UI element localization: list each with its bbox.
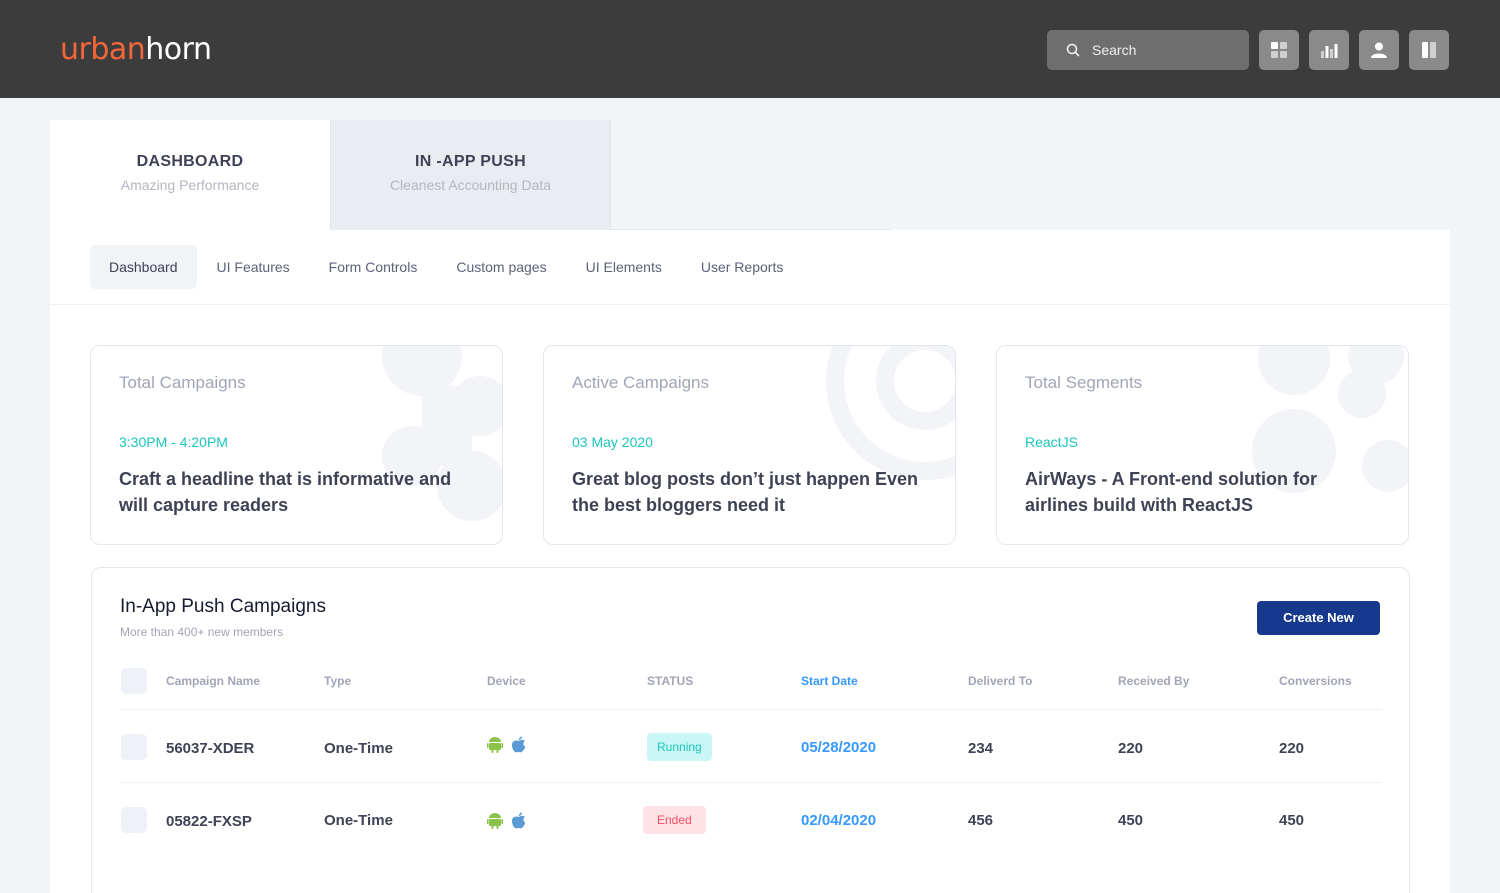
card-meta: ReactJS	[1025, 434, 1078, 450]
device-list	[487, 812, 526, 829]
search-placeholder: Search	[1092, 42, 1137, 58]
layout-button[interactable]	[1409, 30, 1449, 70]
sub-navigation: Dashboard UI Features Form Controls Cust…	[90, 245, 803, 289]
delivered-count: 234	[968, 740, 994, 757]
card-title: Total Campaigns	[119, 373, 246, 392]
row-checkbox[interactable]	[121, 807, 147, 833]
status-badge: Ended	[643, 806, 706, 834]
header-divider	[120, 709, 1382, 710]
subnav-custom-pages[interactable]: Custom pages	[437, 245, 565, 289]
top-bar: urbanhorn Search	[0, 0, 1500, 98]
campaigns-title: In-App Push Campaigns	[120, 596, 326, 617]
panel-top-border	[611, 229, 891, 230]
tab-dashboard[interactable]: DASHBOARD Amazing Performance	[50, 120, 330, 230]
subnav-dashboard[interactable]: Dashboard	[90, 245, 197, 289]
column-header-start-date[interactable]: Start Date	[801, 674, 858, 688]
start-date[interactable]: 02/04/2020	[801, 812, 876, 829]
create-new-button[interactable]: Create New	[1257, 601, 1380, 635]
tab-in-app-push[interactable]: IN -APP PUSH Cleanest Accounting Data	[330, 120, 611, 230]
columns-icon	[1422, 42, 1436, 58]
campaign-name[interactable]: 05822-FXSP	[166, 813, 252, 830]
subnav-form-controls[interactable]: Form Controls	[310, 245, 437, 289]
row-checkbox[interactable]	[121, 734, 147, 760]
brand-logo-part1: urban	[60, 32, 146, 67]
apple-icon	[511, 736, 526, 753]
stats-button[interactable]	[1309, 30, 1349, 70]
select-all-checkbox[interactable]	[121, 668, 147, 694]
column-header-conversions[interactable]: Conversions	[1279, 674, 1352, 688]
subnav-divider	[50, 304, 1450, 305]
grid-button[interactable]	[1259, 30, 1299, 70]
campaigns-table-card: In-App Push Campaigns More than 400+ new…	[91, 567, 1410, 893]
start-date[interactable]: 05/28/2020	[801, 739, 876, 756]
card-title: Active Campaigns	[572, 373, 710, 392]
bar-chart-icon	[1321, 44, 1338, 58]
card-body: Great blog posts don’t just happen Even …	[572, 469, 919, 515]
campaign-type: One-Time	[324, 812, 393, 829]
conversions-count: 220	[1279, 740, 1305, 757]
search-icon	[1066, 43, 1080, 57]
grid-icon	[1271, 42, 1287, 58]
card-body: AirWays - A Front-end solution for airli…	[1025, 469, 1317, 515]
row-divider	[120, 782, 1382, 783]
received-count: 450	[1118, 812, 1144, 829]
campaigns-subtitle: More than 400+ new members	[120, 625, 284, 639]
card-meta: 03 May 2020	[572, 434, 653, 450]
card-active-campaigns: Active Campaigns 03 May 2020 Great blog …	[543, 345, 956, 545]
user-icon	[1371, 42, 1387, 58]
column-header-received-by[interactable]: Received By	[1118, 674, 1189, 688]
campaign-name[interactable]: 56037-XDER	[166, 740, 254, 757]
brand-logo-part2: horn	[145, 32, 212, 67]
conversions-count: 450	[1279, 812, 1305, 829]
tab-dashboard-subtitle: Amazing Performance	[120, 177, 260, 193]
column-header-status[interactable]: STATUS	[647, 674, 693, 688]
tab-in-app-push-title: IN -APP PUSH	[415, 153, 526, 170]
column-header-type[interactable]: Type	[324, 674, 351, 688]
tab-dashboard-title: DASHBOARD	[136, 153, 244, 170]
device-list	[487, 736, 526, 753]
status-badge: Running	[647, 733, 712, 761]
apple-icon	[511, 812, 526, 829]
delivered-count: 456	[968, 812, 994, 829]
android-icon	[487, 813, 503, 829]
android-icon	[487, 737, 503, 753]
tab-in-app-push-subtitle: Cleanest Accounting Data	[389, 177, 552, 193]
card-total-segments: Total Segments ReactJS AirWays - A Front…	[996, 345, 1409, 545]
column-header-delivered-to[interactable]: Deliverd To	[968, 674, 1032, 688]
card-total-campaigns: Total Campaigns 3:30PM - 4:20PM Craft a …	[90, 345, 503, 545]
subnav-ui-features[interactable]: UI Features	[198, 245, 309, 289]
brand-logo[interactable]: urbanhorn	[60, 32, 212, 67]
user-button[interactable]	[1359, 30, 1399, 70]
subnav-ui-elements[interactable]: UI Elements	[567, 245, 681, 289]
subnav-user-reports[interactable]: User Reports	[682, 245, 802, 289]
column-header-device[interactable]: Device	[487, 674, 526, 688]
search-input[interactable]: Search	[1047, 30, 1249, 70]
card-body: Craft a headline that is informative and…	[119, 469, 452, 515]
card-title: Total Segments	[1025, 373, 1143, 392]
card-meta: 3:30PM - 4:20PM	[119, 434, 228, 450]
campaign-type: One-Time	[324, 740, 393, 757]
column-header-campaign-name[interactable]: Campaign Name	[166, 674, 260, 688]
received-count: 220	[1118, 740, 1144, 757]
